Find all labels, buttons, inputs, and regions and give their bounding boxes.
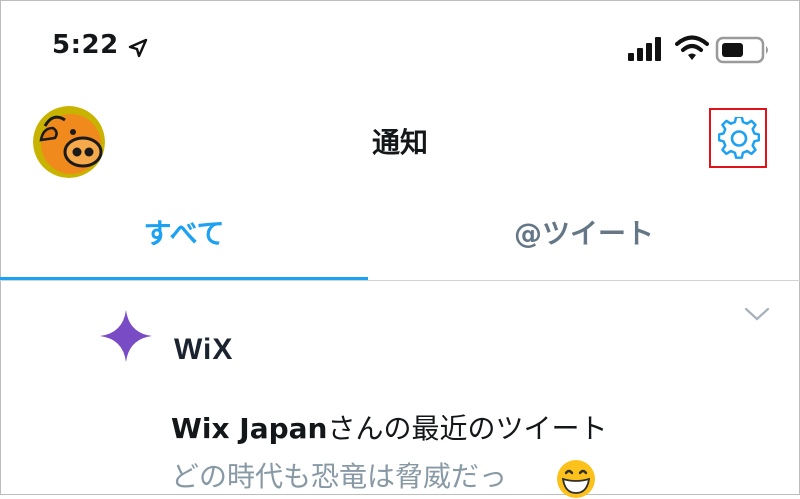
page-title: 通知 bbox=[371, 126, 428, 159]
chevron-down-icon[interactable] bbox=[744, 306, 770, 322]
tab-all[interactable]: すべて bbox=[0, 212, 368, 262]
battery-icon bbox=[715, 36, 768, 64]
notification-message: さんの最近のツイート bbox=[327, 412, 608, 445]
wix-logo: WiX bbox=[174, 333, 234, 366]
star-icon bbox=[100, 310, 152, 362]
status-time: 5:22 bbox=[52, 30, 119, 60]
gear-icon[interactable] bbox=[718, 117, 760, 159]
tabs-divider bbox=[0, 280, 800, 281]
notification-text[interactable]: Wix Japanさんの最近のツイート bbox=[171, 407, 608, 447]
location-arrow-icon bbox=[128, 38, 148, 58]
tweet-preview[interactable]: どの時代も恐竜は脅威だっ bbox=[171, 455, 507, 495]
grinning-face-emoji bbox=[557, 460, 595, 498]
wifi-icon bbox=[675, 35, 709, 60]
signal-icon bbox=[628, 37, 661, 61]
account-name: Wix Japan bbox=[171, 412, 328, 445]
tab-mentions[interactable]: @ツイート bbox=[368, 212, 800, 262]
